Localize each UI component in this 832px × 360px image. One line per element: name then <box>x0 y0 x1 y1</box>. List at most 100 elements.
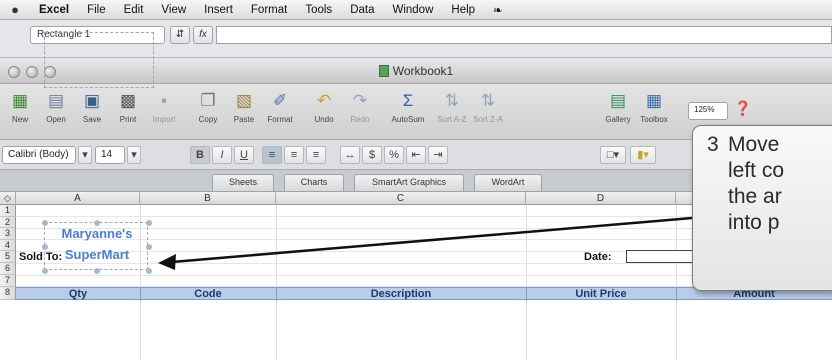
resize-handle-bottom[interactable] <box>94 268 100 274</box>
print-icon: ▩ <box>119 91 137 110</box>
italic-button[interactable]: I <box>212 146 232 164</box>
paste-icon: ▧ <box>235 91 253 110</box>
fill-color-icon[interactable]: ▮▾ <box>630 146 656 164</box>
percent-format-icon[interactable]: % <box>384 146 404 164</box>
tab-smartart-graphics[interactable]: SmartArt Graphics <box>354 174 464 191</box>
column-header-d[interactable]: D <box>526 192 676 205</box>
underline-button[interactable]: U <box>234 146 254 164</box>
redo-button[interactable]: ↷ Redo <box>342 88 378 134</box>
callout-text-1: Move <box>728 133 780 156</box>
font-size-select[interactable]: 14 <box>95 146 125 164</box>
zoom-select[interactable]: 125% <box>688 102 728 120</box>
column-header-b[interactable]: B <box>140 192 276 205</box>
resize-handle-left[interactable] <box>42 244 48 250</box>
format-painter-icon: ✐ <box>272 91 288 110</box>
menu-bar: ● Excel File Edit View Insert Format Too… <box>0 0 832 20</box>
callout-line-3: the ar <box>707 184 832 210</box>
format-painter-button[interactable]: ✐ Format <box>262 88 298 134</box>
borders-icon[interactable]: □▾ <box>600 146 626 164</box>
print-button[interactable]: ▩ Print <box>110 88 146 134</box>
formula-input[interactable] <box>216 26 832 44</box>
callout-step-number: 3 <box>707 133 719 156</box>
row-header-2[interactable]: 2 <box>0 216 16 229</box>
currency-format-icon[interactable]: $ <box>362 146 382 164</box>
font-name-dropdown-icon[interactable]: ▾ <box>78 146 92 164</box>
font-size-dropdown-icon[interactable]: ▾ <box>127 146 141 164</box>
new-button[interactable]: ▦ New <box>2 88 38 134</box>
autosum-button[interactable]: Σ AutoSum <box>386 88 430 134</box>
fx-button[interactable]: fx <box>193 26 213 44</box>
tab-wordart[interactable]: WordArt <box>474 174 542 191</box>
resize-handle-right[interactable] <box>146 244 152 250</box>
menu-tools[interactable]: Tools <box>296 4 341 16</box>
logo-line-2: SuperMart <box>64 247 130 262</box>
logo-line-1: Maryanne's <box>61 226 133 241</box>
align-right-icon[interactable]: ≡ <box>306 146 326 164</box>
increase-indent-icon[interactable]: ⇥ <box>428 146 448 164</box>
date-input-cell[interactable] <box>626 250 696 263</box>
menu-app-excel[interactable]: Excel <box>30 4 78 16</box>
menu-file[interactable]: File <box>78 4 115 16</box>
sort-az-button[interactable]: ⇅ Sort A-Z <box>434 88 470 134</box>
menu-window[interactable]: Window <box>383 4 442 16</box>
row-header-3[interactable]: 3 <box>0 228 16 240</box>
resize-handle-top[interactable] <box>94 220 100 226</box>
row-header-7[interactable]: 7 <box>0 275 16 287</box>
resize-handle-bottom-right[interactable] <box>146 268 152 274</box>
workbook-icon <box>378 65 389 77</box>
row-header-1[interactable]: 1 <box>0 205 16 217</box>
logo-text-box[interactable]: Maryanne's SuperMart <box>42 220 152 274</box>
gallery-button[interactable]: ▤ Gallery <box>600 88 636 134</box>
callout-text-4: into p <box>728 211 780 234</box>
menu-format[interactable]: Format <box>242 4 296 16</box>
gallery-icon: ▤ <box>609 91 627 110</box>
align-left-icon[interactable]: ≡ <box>262 146 282 164</box>
header-qty: Qty <box>68 288 88 300</box>
font-name-select[interactable]: Calibri (Body) <box>2 146 76 164</box>
sort-za-icon: ⇅ <box>480 91 496 110</box>
callout-text-2: left co <box>728 159 785 182</box>
apple-menu-icon[interactable]: ● <box>0 2 30 17</box>
callout-line-2: left co <box>707 158 832 184</box>
menu-data[interactable]: Data <box>341 4 383 16</box>
select-all-corner[interactable]: ◇ <box>0 192 16 205</box>
open-button[interactable]: ▤ Open <box>38 88 74 134</box>
header-code: Code <box>194 288 222 300</box>
align-center-icon[interactable]: ≡ <box>284 146 304 164</box>
resize-handle-bottom-left[interactable] <box>42 268 48 274</box>
decrease-indent-icon[interactable]: ⇤ <box>406 146 426 164</box>
copy-button[interactable]: ❐ Copy <box>190 88 226 134</box>
sort-za-button[interactable]: ⇅ Sort Z-A <box>470 88 506 134</box>
help-icon[interactable]: ❓ <box>734 100 751 117</box>
undo-button[interactable]: ↶ Undo <box>306 88 342 134</box>
autosum-icon: Σ <box>402 91 414 110</box>
resize-handle-top-left[interactable] <box>42 220 48 226</box>
toolbox-icon: ▦ <box>645 91 663 110</box>
row-header-4[interactable]: 4 <box>0 239 16 252</box>
paste-button[interactable]: ▧ Paste <box>226 88 262 134</box>
callout-line-4: into p <box>707 210 832 236</box>
column-header-c[interactable]: C <box>276 192 526 205</box>
menu-view[interactable]: View <box>152 4 195 16</box>
header-divider <box>526 287 527 301</box>
resize-handle-top-right[interactable] <box>146 220 152 226</box>
window-title-text: Workbook1 <box>392 64 454 78</box>
name-box-stepper-icon[interactable]: ⇵ <box>170 26 190 44</box>
menu-edit[interactable]: Edit <box>115 4 153 16</box>
row-header-8[interactable]: 8 <box>0 286 16 300</box>
toolbox-button[interactable]: ▦ Toolbox <box>636 88 672 134</box>
tab-charts[interactable]: Charts <box>284 174 344 191</box>
tab-sheets[interactable]: Sheets <box>212 174 274 191</box>
copy-icon: ❐ <box>200 91 216 110</box>
merge-cells-icon[interactable]: ↔ <box>340 146 360 164</box>
callout-line-1: 3 Move <box>707 132 832 158</box>
save-button[interactable]: ▣ Save <box>74 88 110 134</box>
row-header-5[interactable]: 5 <box>0 251 16 264</box>
row-header-6[interactable]: 6 <box>0 263 16 275</box>
menu-help[interactable]: Help <box>442 4 484 16</box>
import-button[interactable]: ▪ Import <box>146 88 182 134</box>
bold-button[interactable]: B <box>190 146 210 164</box>
menu-insert[interactable]: Insert <box>195 4 242 16</box>
column-header-a[interactable]: A <box>16 192 140 205</box>
script-menu-icon[interactable]: ❧ <box>484 3 512 17</box>
